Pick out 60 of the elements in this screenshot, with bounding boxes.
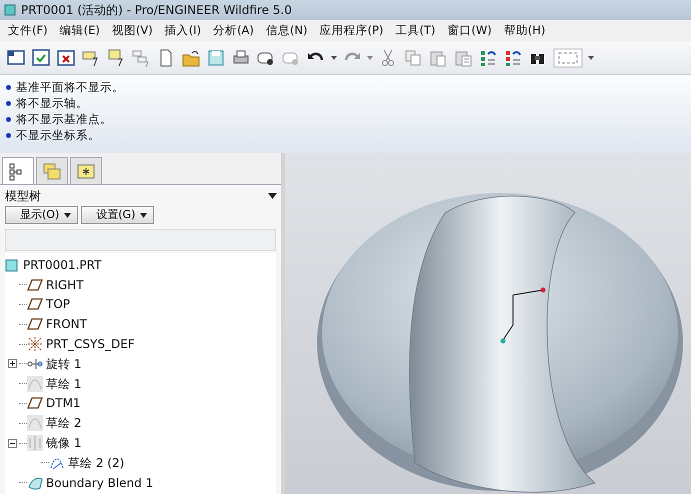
caret-icon: [64, 212, 72, 218]
dropdown-button[interactable]: 设置(G): [81, 206, 154, 224]
filter-field[interactable]: [5, 229, 276, 251]
tree-item[interactable]: DTM1: [46, 394, 81, 412]
sketch-icon: [27, 415, 43, 432]
tree-item[interactable]: 草绘 2: [46, 414, 82, 432]
part-icon: [5, 258, 19, 272]
menu-item[interactable]: 帮助(H): [498, 22, 552, 40]
tree-item[interactable]: FRONT: [46, 315, 87, 334]
caret-icon: [140, 212, 148, 218]
close-window-icon[interactable]: [56, 48, 76, 68]
open-folder-icon[interactable]: [181, 48, 201, 68]
plane-icon: [27, 276, 43, 293]
bullet-icon: [6, 84, 11, 90]
csys-icon: [27, 336, 43, 352]
message-text: 基准平面将不显示。: [16, 79, 124, 95]
panel-title: 模型树: [5, 188, 41, 205]
window-icon[interactable]: [6, 48, 26, 68]
tree-item[interactable]: PRT0001.PRT: [23, 256, 102, 274]
dropdown-button[interactable]: 显示(O): [5, 206, 78, 224]
menu-item[interactable]: 文件(F): [2, 22, 54, 40]
message-text: 将不显示基准点。: [16, 111, 112, 127]
copy-icon[interactable]: [403, 48, 423, 68]
bullet-icon: [6, 132, 11, 138]
menu-item[interactable]: 视图(V): [106, 22, 159, 40]
plane-icon: [27, 395, 43, 412]
tree-item[interactable]: TOP: [46, 295, 70, 314]
window-title: PRT0001 (活动的) - Pro/ENGINEER Wildfire 5.0: [21, 2, 292, 19]
tree-item[interactable]: 镜像 1: [46, 434, 82, 452]
message-text: 将不显示轴。: [16, 95, 88, 111]
menu-item[interactable]: 信息(N): [260, 22, 314, 40]
plane-icon: [27, 316, 43, 332]
dropdown-arrow-icon[interactable]: [268, 193, 277, 199]
tree-item[interactable]: Boundary Blend 1: [46, 474, 154, 492]
expand-icon[interactable]: [8, 359, 16, 368]
menu-item[interactable]: 分析(A): [207, 22, 260, 40]
sketch-icon: [27, 376, 43, 392]
tree-item[interactable]: RIGHT: [46, 276, 84, 294]
navigator-tab[interactable]: [2, 157, 34, 185]
message-text: 不显示坐标系。: [16, 127, 100, 143]
folders-icon: [43, 162, 61, 180]
bullet-icon: [6, 100, 11, 106]
menu-item[interactable]: 应用程序(P): [313, 22, 390, 40]
tree-item[interactable]: PRT_CSYS_DEF: [46, 335, 135, 354]
selection-box-icon[interactable]: [553, 48, 583, 68]
mirror-icon: [27, 435, 43, 452]
save-icon[interactable]: [206, 48, 226, 68]
plane-icon: [27, 296, 43, 312]
layer-tree-icon[interactable]: [131, 48, 151, 68]
menu-item[interactable]: 编辑(E): [54, 22, 106, 40]
tree-item[interactable]: 旋转 1: [46, 354, 82, 373]
menu-item[interactable]: 工具(T): [389, 22, 442, 40]
tree-item[interactable]: 草绘 1: [46, 374, 82, 393]
window-check-icon[interactable]: [31, 48, 51, 68]
menu-item[interactable]: 插入(I): [158, 22, 208, 40]
menu-item[interactable]: 窗口(W): [441, 22, 498, 40]
tree-item[interactable]: 草绘 2 (2): [68, 454, 124, 472]
collapse-icon[interactable]: [8, 438, 16, 448]
app-icon: [4, 4, 16, 16]
bullet-icon: [6, 116, 11, 122]
